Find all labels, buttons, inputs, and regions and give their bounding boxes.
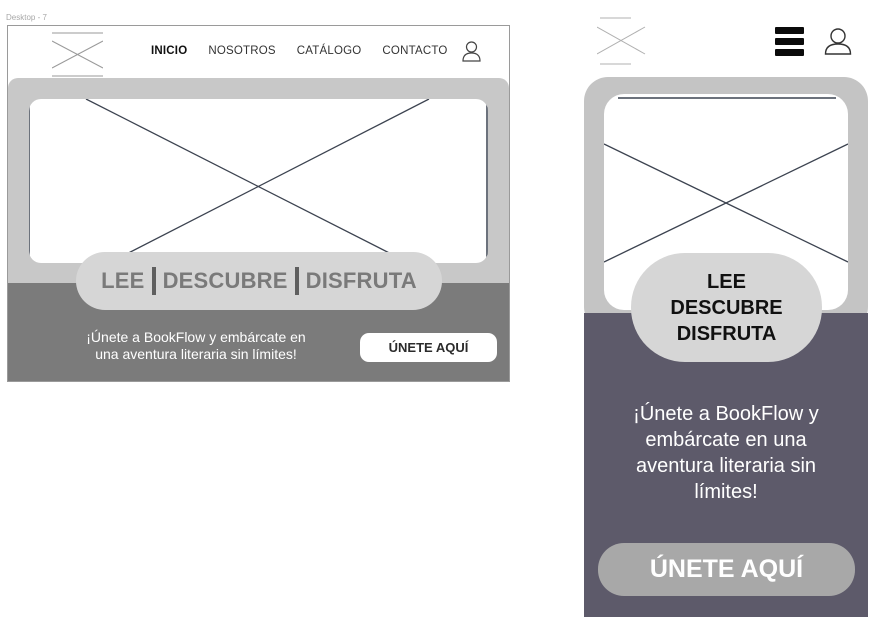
nav-item-nosotros[interactable]: NOSOTROS — [208, 45, 275, 57]
headline-word-descubre: DESCUBRE — [670, 296, 783, 319]
join-tagline: ¡Únete a BookFlow y embárcate en una ave… — [66, 329, 326, 363]
user-icon[interactable] — [462, 41, 481, 62]
join-tagline-line: aventura literaria sin — [635, 455, 817, 477]
mobile-headline-pill: LEE DESCUBRE DISFRUTA — [631, 253, 822, 362]
hero-image-placeholder — [29, 99, 488, 263]
frame-label: Desktop - 7 — [6, 13, 47, 22]
headline-word-lee: LEE — [101, 268, 145, 293]
headline-word-lee: LEE — [707, 270, 746, 293]
image-placeholder-icon — [29, 99, 488, 263]
hamburger-menu-icon[interactable] — [775, 27, 804, 56]
nav-item-inicio[interactable]: INICIO — [151, 45, 187, 57]
mobile-logo-placeholder-icon[interactable] — [597, 17, 647, 65]
mobile-join-tagline: ¡Únete a BookFlow y embárcate en una ave… — [606, 401, 846, 505]
mobile-join-button[interactable]: ÚNETE AQUÍ — [598, 543, 855, 596]
headline-word-descubre: DESCUBRE — [162, 268, 288, 293]
desktop-header: INICIO NOSOTROS CATÁLOGO CONTACTO — [8, 26, 509, 78]
join-tagline-line: ¡Únete a BookFlow y — [633, 403, 819, 425]
join-tagline-line: límites! — [694, 481, 758, 503]
join-tagline-line: una aventura literaria sin límites! — [95, 346, 297, 362]
mobile-user-icon[interactable] — [824, 27, 852, 56]
headline-divider — [294, 267, 299, 295]
desktop-frame: INICIO NOSOTROS CATÁLOGO CONTACTO LEE DE… — [7, 25, 510, 382]
nav-item-contacto[interactable]: CONTACTO — [382, 45, 447, 57]
join-tagline-line: embárcate en una — [645, 429, 807, 451]
main-nav: INICIO NOSOTROS CATÁLOGO CONTACTO — [151, 45, 448, 57]
hero-headline-pill: LEE DESCUBRE DISFRUTA — [76, 252, 442, 310]
headline-divider — [151, 267, 156, 295]
join-button[interactable]: ÚNETE AQUÍ — [360, 333, 497, 362]
headline-word-disfruta: DISFRUTA — [676, 322, 777, 345]
join-tagline-line: ¡Únete a BookFlow y embárcate en — [86, 329, 306, 345]
headline-word-disfruta: DISFRUTA — [305, 268, 417, 293]
logo-placeholder-icon[interactable] — [52, 32, 103, 77]
nav-item-catalogo[interactable]: CATÁLOGO — [297, 45, 362, 57]
